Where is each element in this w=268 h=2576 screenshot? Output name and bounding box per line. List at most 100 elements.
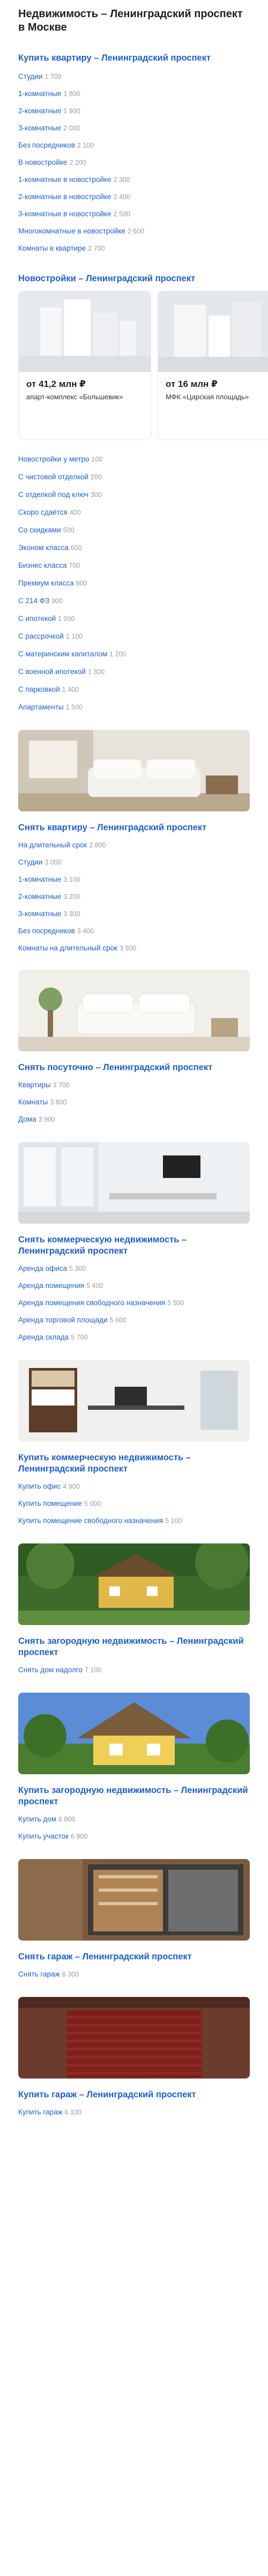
link-count: 3 500: [120, 945, 137, 952]
buy-country-title-link[interactable]: Купить загородную недвижимость – Ленингр…: [18, 1785, 250, 1807]
link-item[interactable]: С 214 ФЗ 900: [18, 597, 250, 605]
link-label: Без посредников: [18, 141, 75, 149]
link-item[interactable]: С военной ипотекой 1 300: [18, 668, 250, 676]
link-item[interactable]: Бизнес класса 700: [18, 561, 250, 570]
newbuilding-card[interactable]: от 16 млн ₽ МФК «Царская площадь»: [158, 291, 268, 440]
rent-country-title-link[interactable]: Снять загородную недвижимость – Ленингра…: [18, 1636, 250, 1658]
link-item[interactable]: Снять дом надолго 7 100: [18, 1666, 250, 1674]
link-item[interactable]: В новостройке 2 200: [18, 158, 250, 167]
link-label: Скоро сдаётся: [18, 508, 68, 516]
link-label: С материнским капиталом: [18, 650, 108, 658]
link-item[interactable]: 2-комнатные 3 200: [18, 892, 250, 901]
link-item[interactable]: Аренда помещения 5 400: [18, 1282, 250, 1290]
link-item[interactable]: Комнаты в квартире 2 700: [18, 244, 250, 253]
link-item[interactable]: Апартаменты 1 500: [18, 703, 250, 712]
rent-garage-title-link[interactable]: Снять гараж – Ленинградский проспект: [18, 1951, 250, 1963]
link-item[interactable]: Купить помещение свободного назначения 5 …: [18, 1517, 250, 1525]
link-count: 2 000: [63, 125, 80, 132]
link-item[interactable]: Комнаты 3 800: [18, 1098, 250, 1107]
newbuilding-photo: [158, 291, 268, 372]
link-label: Аренда помещения: [18, 1282, 84, 1290]
link-label: Купить офис: [18, 1482, 61, 1490]
link-count: 5 100: [165, 1517, 182, 1525]
link-item[interactable]: Комнаты на длительный срок 3 500: [18, 944, 250, 953]
link-item[interactable]: Без посредников 2 100: [18, 141, 250, 150]
link-item[interactable]: С парковкой 1 400: [18, 685, 250, 694]
link-item[interactable]: Купить офис 4 900: [18, 1482, 250, 1491]
link-item[interactable]: 3-комнатные 2 000: [18, 124, 250, 133]
rent-flat-title-link[interactable]: Снять квартиру – Ленинградский проспект: [18, 822, 250, 833]
link-count: 3 000: [44, 859, 62, 866]
buy-garage-title-link[interactable]: Купить гараж – Ленинградский проспект: [18, 2089, 250, 2101]
link-item[interactable]: Купить дом 6 800: [18, 1815, 250, 1824]
link-item[interactable]: 3-комнатные в новостройке 2 500: [18, 210, 250, 218]
link-item[interactable]: 1-комнатные в новостройке 2 300: [18, 175, 250, 184]
country-house-photo: [18, 1543, 250, 1625]
buy-flat-title-link[interactable]: Купить квартиру – Ленинградский проспект: [18, 53, 250, 64]
link-count: 1 200: [109, 650, 126, 658]
link-count: 2 500: [113, 210, 130, 218]
link-item[interactable]: Снять гараж 6 300: [18, 1970, 250, 1979]
link-label: Купить помещение свободного назначения: [18, 1517, 163, 1525]
link-item[interactable]: Премиум класса 800: [18, 579, 250, 588]
newbuilding-name: апарт-комплекс «Большевик»: [26, 393, 123, 401]
link-item[interactable]: 2-комнатные в новостройке 2 400: [18, 193, 250, 201]
link-item[interactable]: Аренда склада 5 700: [18, 1333, 250, 1342]
link-label: Аренда помещения свободного назначения: [18, 1299, 166, 1307]
link-item[interactable]: На длительный срок 2 800: [18, 841, 250, 850]
link-label: Студии: [18, 858, 43, 866]
link-label: 2-комнатные в новостройке: [18, 193, 111, 201]
newbuildings-carousel: от 41,2 млн ₽ апарт-комплекс «Большевик»…: [18, 291, 268, 440]
buy-commercial-title-link[interactable]: Купить коммерческую недвижимость – Ленин…: [18, 1452, 250, 1475]
link-item[interactable]: Студии 3 000: [18, 858, 250, 867]
link-label: С парковкой: [18, 685, 60, 693]
daily-rent-title-link[interactable]: Снять посуточно – Ленинградский проспект: [18, 1062, 250, 1073]
link-item[interactable]: Купить помещение 5 000: [18, 1499, 250, 1508]
link-item[interactable]: С рассрочкой 1 100: [18, 632, 250, 641]
link-count: 1 900: [63, 107, 80, 115]
link-item[interactable]: Новостройки у метро 100: [18, 455, 250, 464]
newbuilding-card[interactable]: от 41,2 млн ₽ апарт-комплекс «Большевик»: [18, 291, 151, 440]
link-item[interactable]: С чистовой отделкой 200: [18, 473, 250, 481]
link-item[interactable]: 1-комнатные 3 100: [18, 875, 250, 884]
link-item[interactable]: 1-комнатные 1 800: [18, 90, 250, 98]
link-count: 3 300: [63, 910, 80, 918]
link-label: На длительный срок: [18, 841, 87, 849]
link-item[interactable]: С ипотекой 1 000: [18, 614, 250, 623]
link-count: 1 800: [63, 90, 80, 98]
rent-commercial-title-link[interactable]: Снять коммерческую недвижимость – Ленинг…: [18, 1234, 250, 1257]
link-item[interactable]: Эконом класса 600: [18, 544, 250, 552]
newbuilding-name: МФК «Царская площадь»: [166, 393, 249, 401]
rent-flat-links: На длительный срок 2 800 Студии 3 000 1-комн…: [18, 841, 250, 953]
link-item[interactable]: С материнским капиталом 1 200: [18, 650, 250, 658]
link-item[interactable]: Студии 1 700: [18, 72, 250, 81]
link-count: 7 100: [84, 1666, 102, 1674]
link-item[interactable]: Аренда торговой площади 5 600: [18, 1316, 250, 1324]
link-count: 800: [76, 580, 87, 587]
link-count: 6 800: [58, 1816, 76, 1823]
newbuildings-title-link[interactable]: Новостройки – Ленинградский проспект: [18, 273, 250, 284]
link-label: Комнаты в квартире: [18, 244, 86, 252]
link-label: Без посредников: [18, 927, 75, 935]
link-item[interactable]: Купить гараж 6 100: [18, 2108, 250, 2117]
link-item[interactable]: Дома 3 900: [18, 1115, 250, 1124]
link-label: Купить дом: [18, 1815, 57, 1823]
link-item[interactable]: Аренда офиса 5 300: [18, 1264, 250, 1273]
link-count: 1 400: [62, 686, 79, 693]
link-item[interactable]: 2-комнатные 1 900: [18, 107, 250, 115]
office-photo: [18, 1142, 250, 1224]
link-item[interactable]: Скоро сдаётся 400: [18, 508, 250, 517]
link-item[interactable]: Купить участок 6 900: [18, 1832, 250, 1841]
link-item[interactable]: Аренда помещения свободного назначения 5 …: [18, 1299, 250, 1307]
link-label: 3-комнатные: [18, 910, 62, 918]
link-item[interactable]: Без посредников 3 400: [18, 927, 250, 935]
link-item[interactable]: 3-комнатные 3 300: [18, 910, 250, 918]
link-label: Комнаты на длительный срок: [18, 944, 118, 952]
link-item[interactable]: Многокомнатные в новостройке 2 600: [18, 227, 250, 236]
link-count: 500: [63, 526, 75, 534]
link-item[interactable]: Квартиры 3 700: [18, 1081, 250, 1089]
workspace-photo: [18, 1360, 250, 1441]
link-item[interactable]: С отделкой под ключ 300: [18, 491, 250, 499]
link-label: С военной ипотекой: [18, 668, 86, 676]
link-item[interactable]: Со скидками 500: [18, 526, 250, 535]
